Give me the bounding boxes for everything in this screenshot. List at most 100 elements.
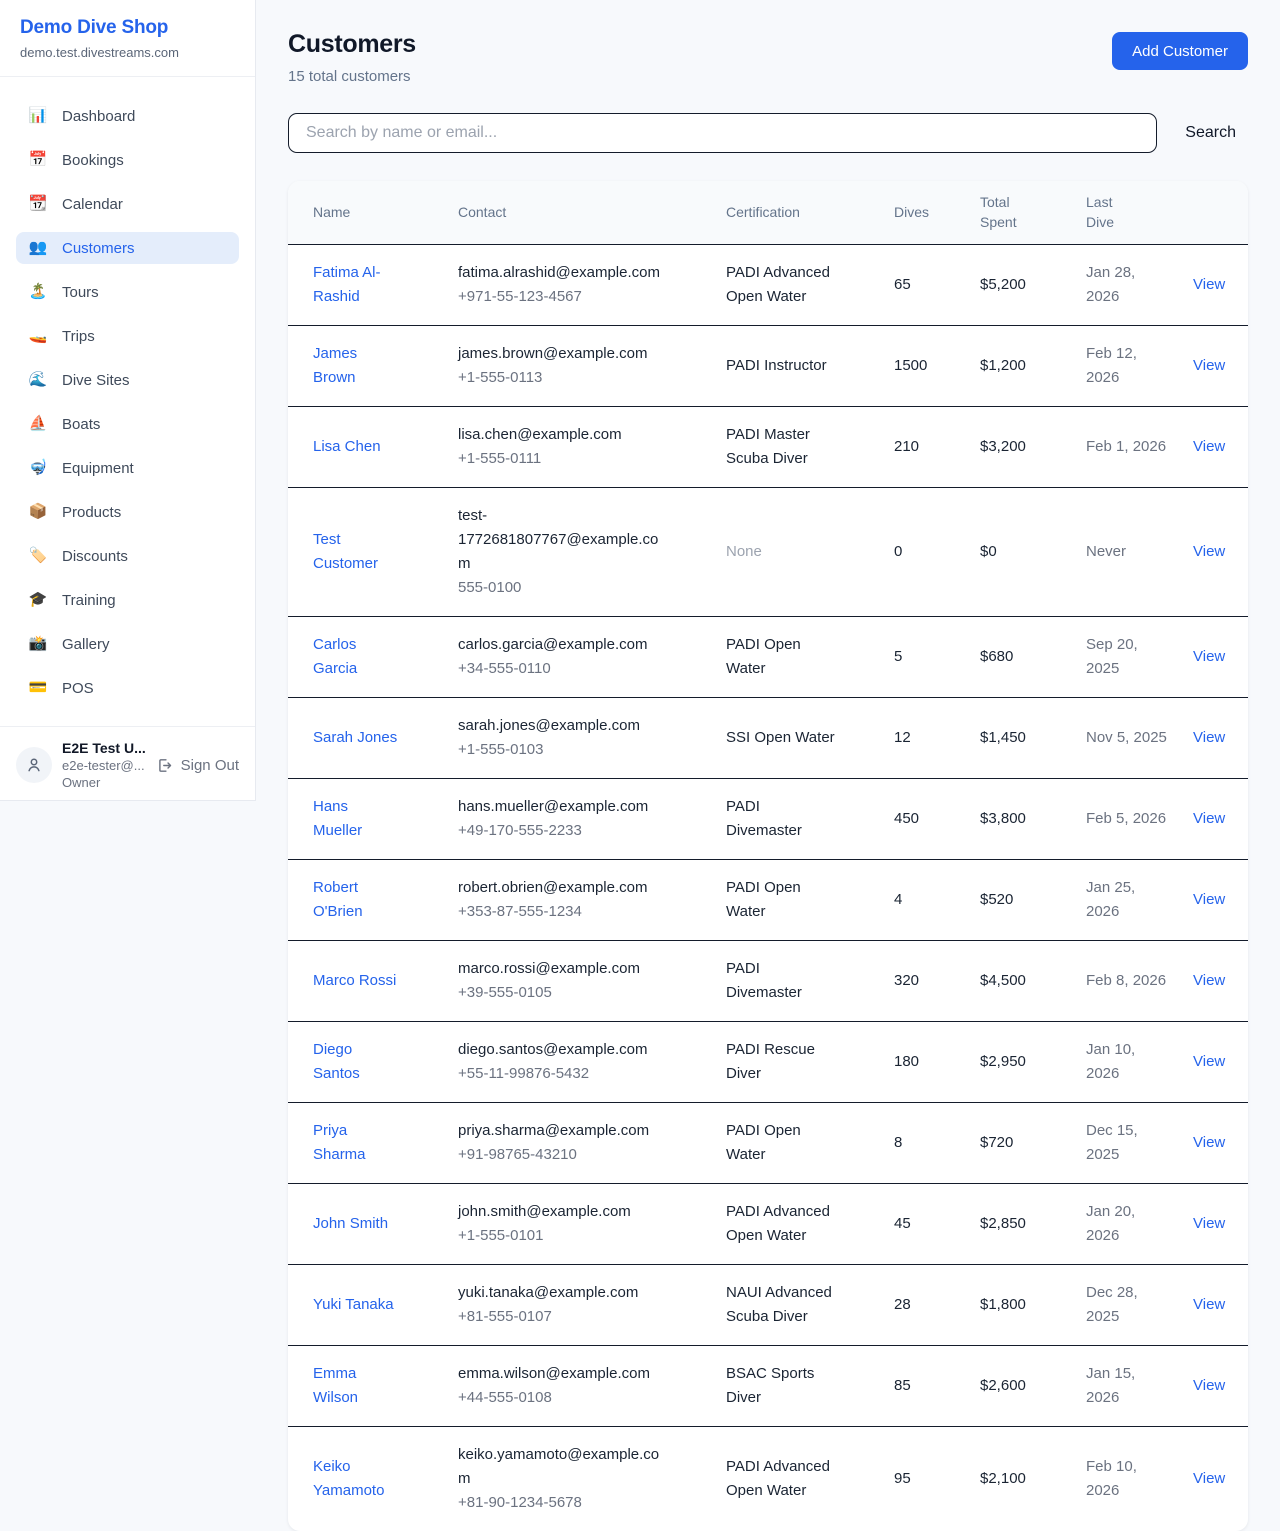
name-cell: Carlos Garcia [288,616,458,697]
customer-name-link[interactable]: Lisa Chen [313,438,381,455]
sidebar-nav-item[interactable]: 🏝️ Tours [16,276,239,308]
sidebar-nav-item[interactable]: 📦 Products [16,496,239,528]
certification-cell: PADI Advanced Open Water [726,1183,894,1264]
view-customer-link[interactable]: View [1193,1134,1225,1151]
sidebar-nav-item[interactable]: 📊 Dashboard [16,100,239,132]
view-customer-link[interactable]: View [1193,972,1225,989]
customer-name-link[interactable]: Keiko Yamamoto [313,1458,384,1499]
customer-row: Test Customer test-1772681807767@example… [288,487,1248,616]
customer-name-link[interactable]: Yuki Tanaka [313,1296,394,1313]
nav-item-icon: 🚤 [28,326,48,346]
sidebar-nav-item[interactable]: 🏷️ Discounts [16,540,239,572]
total-spent-cell: $3,800 [980,778,1086,859]
customer-phone: +1-555-0113 [458,366,666,390]
customer-name-link[interactable]: Emma Wilson [313,1365,358,1406]
nav-item-icon: 🤿 [28,458,48,478]
sidebar-nav-item[interactable]: 💳 POS [16,672,239,704]
sidebar-nav-item[interactable]: 📸 Gallery [16,628,239,660]
name-cell: James Brown [288,325,458,406]
customer-row: Priya Sharma priya.sharma@example.com +9… [288,1102,1248,1183]
nav-item-label: Bookings [62,152,124,169]
total-spent-cell: $680 [980,616,1086,697]
last-dive-cell: Feb 10, 2026 [1086,1426,1193,1531]
nav-item-icon: ⛵ [28,414,48,434]
view-customer-link[interactable]: View [1193,276,1225,293]
sidebar-nav-item[interactable]: 🤿 Equipment [16,452,239,484]
view-customer-link[interactable]: View [1193,810,1225,827]
last-dive-cell: Jan 20, 2026 [1086,1183,1193,1264]
customers-table-card: Name Contact Certification Dives Total S… [288,181,1248,1531]
nav-item-icon: 📦 [28,502,48,522]
contact-cell: lisa.chen@example.com +1-555-0111 [458,406,726,487]
view-customer-link[interactable]: View [1193,1296,1225,1313]
sidebar-nav-item[interactable]: 🌊 Dive Sites [16,364,239,396]
name-cell: Marco Rossi [288,940,458,1021]
customer-name-link[interactable]: Fatima Al-Rashid [313,264,381,305]
customer-phone: +44-555-0108 [458,1386,666,1410]
sidebar-nav-item[interactable]: ⛵ Boats [16,408,239,440]
customer-name-link[interactable]: John Smith [313,1215,388,1232]
dives-cell: 45 [894,1183,980,1264]
customer-email: lisa.chen@example.com [458,423,666,447]
view-customer-link[interactable]: View [1193,543,1225,560]
nav-item-icon: 📊 [28,106,48,126]
view-customer-link[interactable]: View [1193,891,1225,908]
total-spent-cell: $0 [980,487,1086,616]
customer-name-link[interactable]: Sarah Jones [313,729,397,746]
customer-email: marco.rossi@example.com [458,957,666,981]
certification-cell: NAUI Advanced Scuba Diver [726,1264,894,1345]
customer-name-link[interactable]: Diego Santos [313,1041,360,1082]
sidebar-nav-item[interactable]: 🎓 Training [16,584,239,616]
customer-phone: +91-98765-43210 [458,1143,666,1167]
customer-name-link[interactable]: Priya Sharma [313,1122,366,1163]
certification-cell: PADI Rescue Diver [726,1021,894,1102]
sign-out-button[interactable]: Sign Out [156,757,239,774]
add-customer-button[interactable]: Add Customer [1112,32,1248,70]
customer-name-link[interactable]: Robert O'Brien [313,879,363,920]
search-button[interactable]: Search [1173,116,1248,150]
certification-cell: PADI Advanced Open Water [726,1426,894,1531]
customer-row: Keiko Yamamoto keiko.yamamoto@example.co… [288,1426,1248,1531]
dives-cell: 1500 [894,325,980,406]
view-customer-link[interactable]: View [1193,357,1225,374]
customer-row: Marco Rossi marco.rossi@example.com +39-… [288,940,1248,1021]
actions-cell: View [1193,406,1248,487]
contact-cell: yuki.tanaka@example.com +81-555-0107 [458,1264,726,1345]
customer-phone: +55-11-99876-5432 [458,1062,666,1086]
sidebar-nav-item[interactable]: 🚤 Trips [16,320,239,352]
actions-cell: View [1193,1021,1248,1102]
customer-row: Hans Mueller hans.mueller@example.com +4… [288,778,1248,859]
user-info: E2E Test U... e2e-tester@... Owner [62,740,146,790]
user-panel: E2E Test U... e2e-tester@... Owner Sign … [0,726,255,803]
actions-cell: View [1193,1264,1248,1345]
customer-name-link[interactable]: Carlos Garcia [313,636,357,677]
view-customer-link[interactable]: View [1193,648,1225,665]
view-customer-link[interactable]: View [1193,729,1225,746]
sidebar-nav-item[interactable]: 👥 Customers [16,232,239,264]
sidebar-nav-item[interactable]: 📅 Bookings [16,144,239,176]
nav-item-label: Trips [62,328,95,345]
certification-cell: PADI Open Water [726,616,894,697]
total-spent-cell: $3,200 [980,406,1086,487]
last-dive-cell: Jan 15, 2026 [1086,1345,1193,1426]
contact-cell: fatima.alrashid@example.com +971-55-123-… [458,244,726,325]
view-customer-link[interactable]: View [1193,1470,1225,1487]
last-dive-cell: Sep 20, 2025 [1086,616,1193,697]
sidebar-nav-item[interactable]: 📆 Calendar [16,188,239,220]
customer-row: Carlos Garcia carlos.garcia@example.com … [288,616,1248,697]
certification-cell: PADI Open Water [726,1102,894,1183]
customer-name-link[interactable]: Marco Rossi [313,972,396,989]
table-header-row: Name Contact Certification Dives Total S… [288,181,1248,244]
view-customer-link[interactable]: View [1193,1377,1225,1394]
column-header-certification: Certification [726,181,894,244]
customer-name-link[interactable]: Test Customer [313,531,378,572]
search-input[interactable] [288,113,1157,153]
customer-row: Yuki Tanaka yuki.tanaka@example.com +81-… [288,1264,1248,1345]
customer-name-link[interactable]: Hans Mueller [313,798,362,839]
customer-name-link[interactable]: James Brown [313,345,357,386]
view-customer-link[interactable]: View [1193,438,1225,455]
nav-item-label: Tours [62,284,99,301]
customer-email: john.smith@example.com [458,1200,666,1224]
view-customer-link[interactable]: View [1193,1215,1225,1232]
view-customer-link[interactable]: View [1193,1053,1225,1070]
